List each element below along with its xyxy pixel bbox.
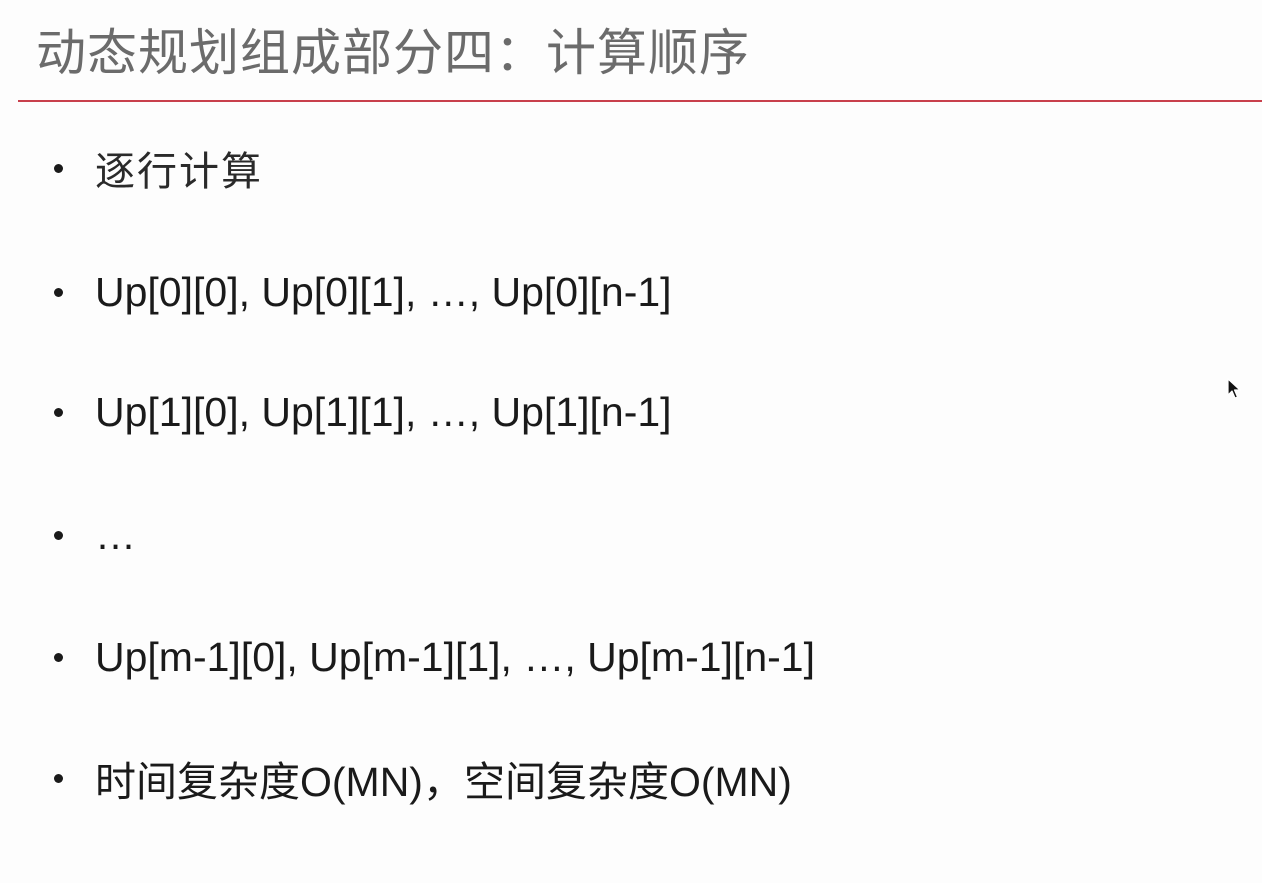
bullet-list: 逐行计算 Up[0][0], Up[0][1], …, Up[0][n-1] U… — [0, 0, 1262, 883]
mouse-pointer-icon — [1227, 378, 1241, 399]
bullet-item: … — [54, 505, 136, 565]
bullet-text: Up[m-1][0], Up[m-1][1], …, Up[m-1][n-1] — [95, 633, 815, 680]
bullet-item: Up[m-1][0], Up[m-1][1], …, Up[m-1][n-1] — [54, 627, 815, 687]
bullet-dot — [54, 652, 63, 662]
bullet-dot — [54, 407, 63, 417]
bullet-text: … — [95, 511, 136, 558]
bullet-item: 时间复杂度O(MN)，空间复杂度O(MN) — [54, 748, 792, 808]
slide: 动态规划组成部分四：计算顺序 逐行计算 Up[0][0], Up[0][1], … — [0, 0, 1262, 883]
bullet-dot — [54, 530, 63, 540]
bullet-item: Up[0][0], Up[0][1], …, Up[0][n-1] — [54, 262, 672, 322]
bullet-text: Up[0][0], Up[0][1], …, Up[0][n-1] — [95, 268, 672, 315]
bullet-item: 逐行计算 — [54, 138, 263, 198]
bullet-dot — [54, 287, 63, 297]
bullet-dot — [54, 773, 63, 783]
bullet-item: Up[1][0], Up[1][1], …, Up[1][n-1] — [54, 382, 672, 442]
bullet-text: 时间复杂度O(MN)，空间复杂度O(MN) — [95, 759, 792, 805]
bullet-text: 逐行计算 — [95, 149, 263, 195]
bullet-text: Up[1][0], Up[1][1], …, Up[1][n-1] — [95, 388, 672, 435]
bullet-dot — [54, 163, 63, 173]
